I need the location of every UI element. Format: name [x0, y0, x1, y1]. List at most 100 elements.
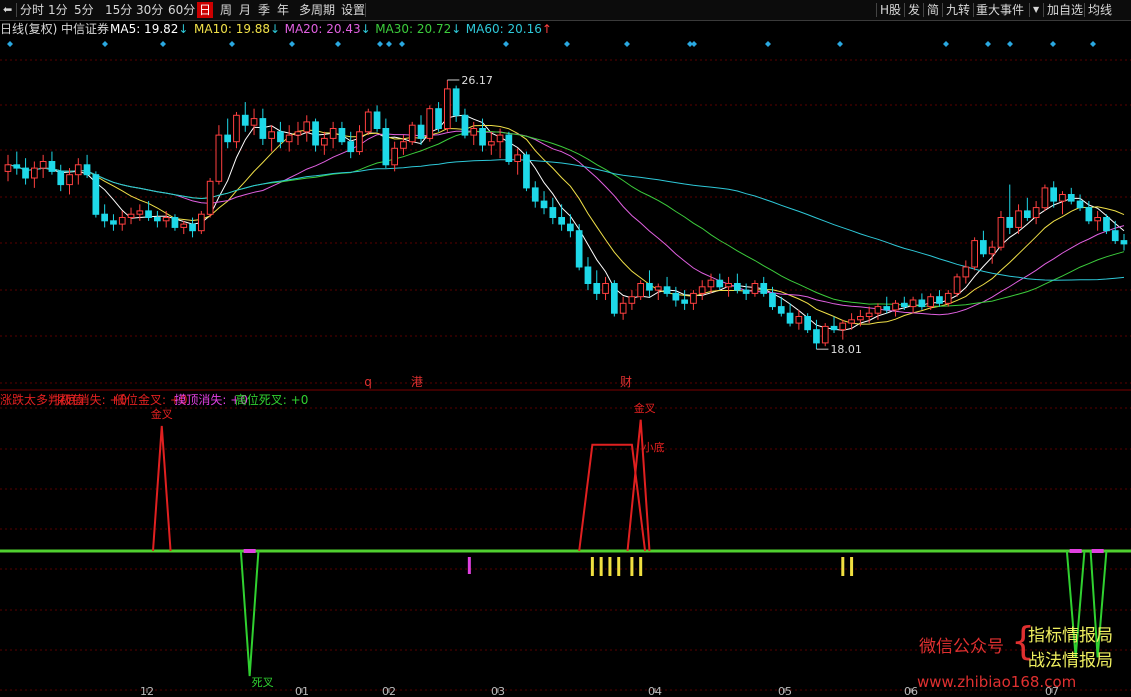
candle: [531, 181, 539, 208]
candle-body: [1103, 217, 1110, 232]
yellow-marker: [639, 557, 643, 576]
news-diamond-icon: [377, 41, 383, 47]
x-tick-label: 06: [904, 685, 918, 697]
news-diamond-icon: [943, 41, 949, 47]
candle: [1006, 184, 1014, 235]
candle: [347, 131, 355, 159]
candle-body: [725, 283, 732, 288]
candle-body: [813, 329, 820, 344]
candle-body: [364, 111, 372, 133]
candle: [488, 131, 495, 155]
candle-body: [391, 147, 398, 166]
peak-plateau: [578, 443, 647, 552]
candle-body: [400, 141, 407, 149]
candle-body: [1006, 217, 1014, 228]
candle: [373, 105, 381, 132]
candle: [101, 204, 109, 228]
event-marker: 港: [411, 375, 423, 389]
candle-body: [408, 124, 416, 143]
stock-chart[interactable]: 26.1718.01q 港财12 01 02 03 04 05 06 07金叉 金叉小底死叉: [0, 0, 1131, 697]
candle-body: [180, 223, 188, 228]
candle-body: [382, 128, 390, 166]
candle-body: [452, 88, 460, 116]
peak-spike: [626, 419, 651, 552]
x-tick-label: 02: [382, 685, 396, 697]
candle-body: [488, 141, 495, 146]
candle-body: [865, 312, 873, 318]
candle-body: [417, 124, 425, 139]
candle-body: [338, 128, 346, 143]
candle-body: [57, 170, 65, 186]
candle-body: [479, 128, 486, 146]
magenta-marker: [467, 557, 471, 574]
candle-body: [277, 131, 284, 143]
candle-body: [944, 292, 952, 304]
candle-body: [189, 223, 196, 232]
news-diamond-icon: [229, 41, 235, 47]
x-tick-label: 12: [140, 685, 154, 697]
x-tick-label: 04: [648, 685, 662, 697]
news-diamond-icon: [335, 41, 341, 47]
x-tick-label: 03: [491, 685, 505, 697]
news-diamond-icon: [1050, 41, 1056, 47]
candle-body: [66, 174, 73, 186]
high-label: 26.17: [461, 74, 493, 87]
candle: [628, 290, 636, 310]
candle-body: [74, 164, 82, 176]
candle-body: [523, 154, 530, 189]
candle: [725, 276, 732, 297]
candle-body: [233, 114, 240, 143]
candle-body: [848, 319, 855, 324]
candle-body: [1050, 187, 1058, 202]
candle-body: [909, 299, 917, 308]
candle: [110, 214, 117, 231]
news-diamond-icon: [160, 41, 166, 47]
candle-body: [373, 111, 381, 129]
candle-body: [162, 217, 170, 222]
candle-body: [953, 276, 961, 294]
candle-body: [285, 134, 293, 143]
candle-body: [1032, 207, 1040, 219]
indicator-label: 金叉: [151, 407, 173, 421]
candle-body: [663, 286, 671, 294]
low-label: 18.01: [830, 343, 862, 356]
candle-body: [531, 187, 539, 202]
candle: [154, 210, 161, 228]
candle-body: [672, 292, 680, 301]
candle-body: [1041, 187, 1049, 209]
candle: [567, 214, 574, 238]
candle-body: [857, 316, 864, 321]
watermark-brand-1: 指标情报局: [1028, 626, 1113, 646]
candle-body: [110, 220, 117, 225]
candle-body: [22, 167, 29, 179]
candle-body: [690, 292, 697, 304]
candle-body: [136, 210, 144, 215]
candle: [1032, 201, 1040, 225]
candle: [268, 125, 275, 152]
event-marker: q: [364, 375, 372, 389]
candle-body: [786, 312, 794, 324]
candle-body: [347, 141, 355, 153]
candle: [593, 270, 601, 301]
indicator-label: 小底: [643, 440, 665, 454]
candle-body: [13, 164, 21, 169]
candle: [1041, 184, 1049, 211]
news-diamond-icon: [1007, 41, 1013, 47]
candle: [611, 280, 618, 317]
candle-body: [426, 108, 434, 139]
candle: [206, 177, 214, 218]
candle: [962, 260, 970, 284]
watermark-brand-2: 战法情报局: [1028, 651, 1113, 671]
candle: [382, 118, 390, 169]
candle: [637, 280, 644, 301]
news-diamond-icon: [837, 41, 843, 47]
candle-body: [48, 161, 56, 172]
candle-body: [171, 217, 179, 228]
candle-body: [593, 283, 601, 294]
candle: [48, 151, 56, 175]
candle-body: [1111, 230, 1119, 242]
candle: [74, 158, 82, 185]
candle: [479, 118, 486, 152]
candle: [646, 270, 653, 297]
news-diamond-icon: [399, 41, 405, 47]
